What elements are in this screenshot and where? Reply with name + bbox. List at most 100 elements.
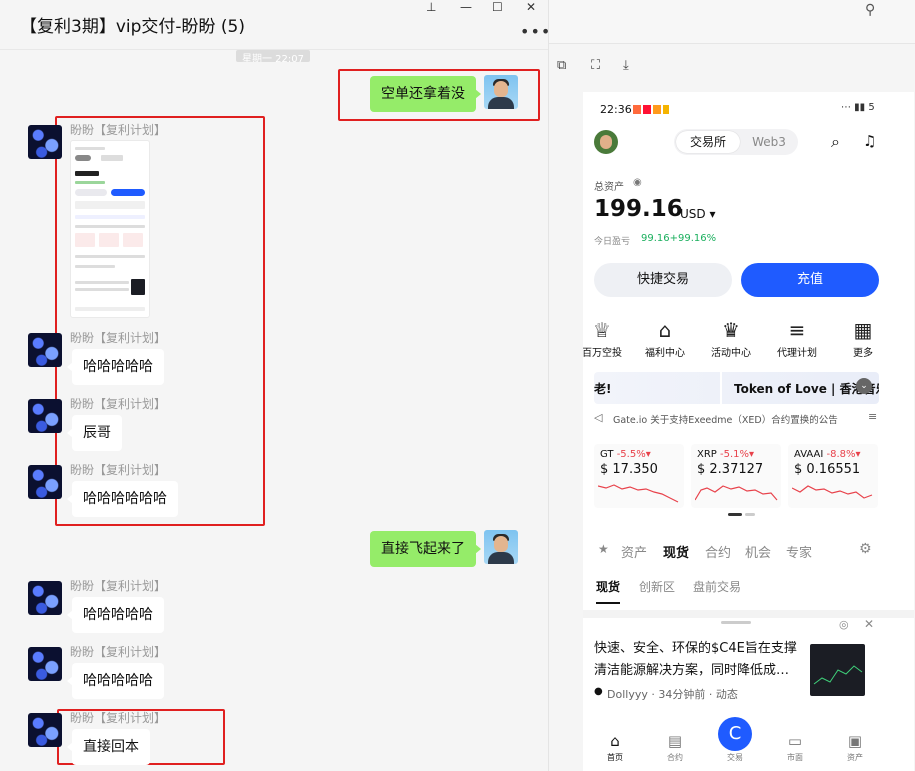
copy-icon[interactable]: ⧉ bbox=[557, 58, 566, 73]
message-bubble[interactable]: 直接飞起来了 bbox=[370, 531, 481, 567]
contact-avatar[interactable] bbox=[28, 713, 62, 747]
asset-unit[interactable]: USD ▾ bbox=[680, 207, 715, 221]
news-thumbnail[interactable] bbox=[810, 644, 865, 696]
asset-value: 199.16 bbox=[594, 196, 683, 222]
sender-name: 盼盼【复利计划】 bbox=[70, 123, 167, 137]
profile-avatar[interactable] bbox=[594, 130, 618, 154]
news-meta: · 34分钟前 · 动态 bbox=[651, 688, 738, 701]
list-icon[interactable]: ≡ bbox=[868, 410, 877, 423]
ticker-card[interactable]: GT -5.5%▾ $ 17.350 bbox=[594, 444, 684, 508]
chevron-down-icon[interactable]: ⌄ bbox=[856, 378, 872, 394]
sender-name: 盼盼【复利计划】 bbox=[70, 579, 167, 593]
more-icon[interactable]: ••• bbox=[520, 22, 548, 41]
notice-text[interactable]: Gate.io 关于支持Exeedme（XED）合约置换的公告 bbox=[613, 412, 838, 426]
sender-name: 盼盼【复利计划】 bbox=[70, 397, 167, 411]
tab-futures[interactable]: 合约 bbox=[705, 542, 731, 561]
tab-assets[interactable]: 资产 bbox=[621, 542, 647, 561]
sparkline bbox=[792, 485, 873, 499]
qa-agent[interactable]: ≡ 代理计划 bbox=[771, 318, 823, 359]
viewer-toolbar: ⚲ bbox=[549, 0, 915, 44]
nav-trade[interactable]: 交易 bbox=[713, 752, 757, 763]
speaker-icon: ◁ bbox=[594, 411, 603, 424]
banner-left-text: 老! bbox=[594, 382, 612, 396]
nav-assets[interactable]: ▣ 资产 bbox=[833, 732, 877, 763]
nav-home[interactable]: ⌂ 首页 bbox=[593, 732, 637, 763]
wallet-icon: ▣ bbox=[847, 732, 863, 750]
news-text[interactable]: 快速、安全、环保的$C4E旨在支撑清洁能源解决方案，同时降低成… bbox=[594, 638, 806, 682]
ticker-card[interactable]: XRP -5.1%▾ $ 2.37127 bbox=[691, 444, 781, 508]
tab-underline bbox=[596, 602, 620, 604]
message-bubble[interactable]: 哈哈哈哈哈 bbox=[67, 663, 164, 699]
status-right: ⋯ ▮▮ 5 bbox=[841, 102, 875, 113]
contact-avatar[interactable] bbox=[28, 333, 62, 367]
message-bubble[interactable]: 哈哈哈哈哈哈 bbox=[67, 481, 178, 517]
futures-icon: ▤ bbox=[667, 732, 683, 750]
nav-market[interactable]: ▭ 市面 bbox=[773, 732, 817, 763]
deposit-button[interactable]: 充值 bbox=[741, 263, 879, 297]
contact-avatar[interactable] bbox=[28, 647, 62, 681]
banner[interactable]: 老! Token of Love | 香港音乐节 ⌄ bbox=[594, 372, 879, 404]
tab-spot[interactable]: 现货 bbox=[663, 542, 689, 561]
status-app-icons bbox=[633, 105, 669, 114]
home-icon: ⌂ bbox=[610, 732, 620, 750]
eye-icon[interactable]: ◉ bbox=[633, 177, 642, 188]
subtab-premarket[interactable]: 盘前交易 bbox=[693, 578, 741, 595]
quick-trade-button[interactable]: 快捷交易 bbox=[594, 263, 732, 297]
sparkline bbox=[695, 485, 778, 501]
settings-icon[interactable]: ◎ bbox=[839, 618, 849, 631]
subtab-spot[interactable]: 现货 bbox=[596, 578, 620, 595]
airdrop-icon: ♕ bbox=[593, 318, 611, 342]
star-icon[interactable]: ★ bbox=[598, 542, 609, 556]
qa-more[interactable]: ▦ 更多 bbox=[837, 318, 889, 359]
drag-handle[interactable] bbox=[721, 621, 751, 624]
close-icon[interactable]: ✕ bbox=[526, 0, 536, 14]
ticker-card[interactable]: AVAAI -8.8%▾ $ 0.16551 bbox=[788, 444, 878, 508]
pin-icon[interactable]: ⚲ bbox=[865, 2, 875, 18]
news-author[interactable]: Dollyyy bbox=[607, 688, 648, 701]
chat-icon: ▭ bbox=[787, 732, 803, 750]
message-bubble[interactable]: 哈哈哈哈哈 bbox=[67, 597, 164, 633]
qa-welfare[interactable]: ⌂ 福利中心 bbox=[639, 318, 691, 359]
pin-icon[interactable]: ⊥ bbox=[426, 0, 436, 14]
maximize-icon[interactable]: ☐ bbox=[492, 0, 503, 14]
carousel-dots bbox=[728, 513, 742, 516]
qa-airdrop[interactable]: ♕ 百万空投 bbox=[583, 318, 628, 359]
pnl-label: 今日盈亏 bbox=[594, 237, 631, 247]
subtab-innovation[interactable]: 创新区 bbox=[639, 578, 675, 595]
sender-name: 盼盼【复利计划】 bbox=[70, 711, 167, 725]
my-avatar[interactable] bbox=[484, 530, 518, 564]
nav-futures[interactable]: ▤ 合约 bbox=[653, 732, 697, 763]
contact-avatar[interactable] bbox=[28, 399, 62, 433]
chat-window: 【复利3期】vip交付-盼盼 (5) ⊥ — ☐ ✕ ••• 星期一 22:07… bbox=[0, 0, 548, 771]
message-bubble[interactable]: 空单还拿着没 bbox=[370, 76, 481, 112]
timestamp: 星期一 22:07 bbox=[236, 50, 310, 62]
contact-avatar[interactable] bbox=[28, 465, 62, 499]
bell-icon[interactable]: ♫ bbox=[863, 132, 876, 150]
trade-icon[interactable]: C bbox=[718, 717, 752, 751]
status-time: 22:36 bbox=[600, 103, 632, 116]
message-bubble[interactable]: 直接回本 bbox=[67, 729, 150, 765]
close-icon[interactable]: ✕ bbox=[864, 617, 874, 631]
search-icon[interactable]: ⌕ bbox=[831, 132, 840, 152]
tab-expert[interactable]: 专家 bbox=[786, 542, 812, 561]
download-icon[interactable]: ⤓ bbox=[623, 58, 629, 73]
message-bubble[interactable]: 辰哥 bbox=[67, 415, 122, 451]
grid-icon: ▦ bbox=[853, 318, 873, 342]
contact-avatar[interactable] bbox=[28, 581, 62, 615]
qa-events[interactable]: ♛ 活动中心 bbox=[705, 318, 757, 359]
trophy-icon: ♛ bbox=[722, 318, 740, 342]
fit-icon[interactable]: ⛶ bbox=[591, 58, 600, 73]
exchange-tabs: 交易所 Web3 bbox=[674, 129, 798, 155]
gear-icon[interactable]: ⚙ bbox=[859, 541, 872, 557]
pnl-value: 99.16+99.16% bbox=[641, 233, 717, 244]
message-bubble[interactable]: 哈哈哈哈哈 bbox=[67, 349, 164, 385]
tab-exchange[interactable]: 交易所 bbox=[676, 131, 740, 153]
my-avatar[interactable] bbox=[484, 75, 518, 109]
tab-opportunity[interactable]: 机会 bbox=[745, 542, 771, 561]
minimize-icon[interactable]: — bbox=[460, 0, 472, 14]
phone-screenshot: 22:36 ⋯ ▮▮ 5 交易所 Web3 ⌕ ♫ 总资产 ◉ 199.16 U… bbox=[583, 92, 914, 771]
tab-web3[interactable]: Web3 bbox=[742, 131, 796, 153]
contact-avatar[interactable] bbox=[28, 125, 62, 159]
agent-icon: ≡ bbox=[788, 318, 806, 342]
image-message[interactable] bbox=[70, 140, 150, 318]
